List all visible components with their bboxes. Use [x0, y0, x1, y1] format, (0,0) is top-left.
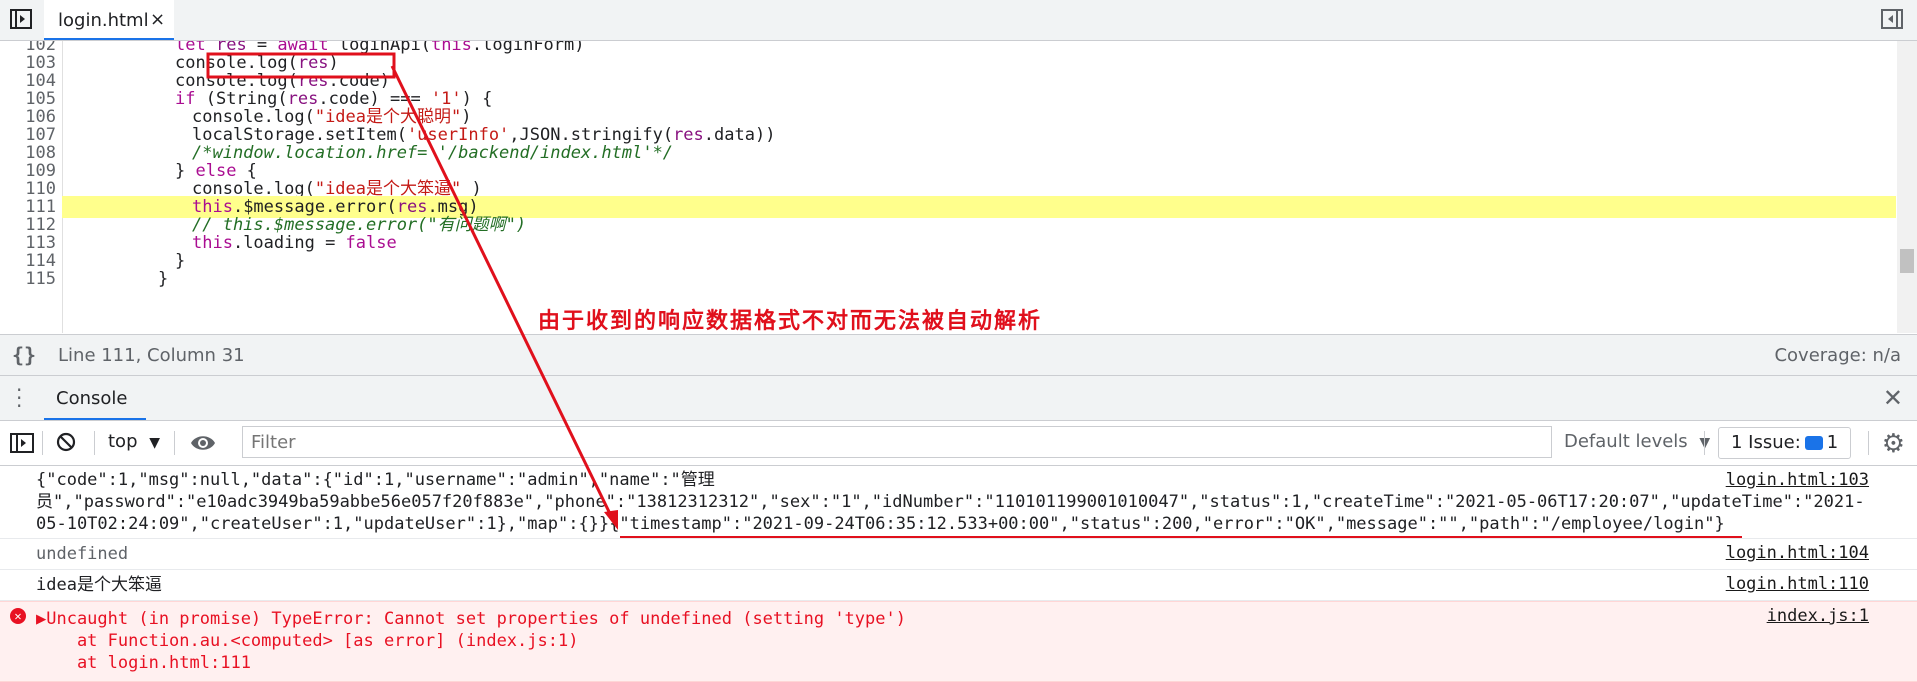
message-source-link[interactable]: login.html:104: [1726, 543, 1869, 563]
message-text-line: idea是个大笨逼: [36, 575, 162, 595]
editor-status-bar: {} Line 111, Column 31 Coverage: n/a: [0, 334, 1917, 376]
console-toolbar: top ▼ Default levels ▼ 1 Issue: 1 ⚙: [0, 421, 1917, 466]
message-source-link[interactable]: index.js:1: [1767, 606, 1869, 626]
message-source-link[interactable]: login.html:103: [1726, 470, 1869, 490]
annotation-text: 由于收到的响应数据格式不对而无法被自动解析: [538, 308, 1043, 334]
live-expression-eye-icon[interactable]: [190, 433, 216, 453]
console-message: {"code":1,"msg":null,"data":{"id":1,"use…: [0, 466, 1917, 539]
console-tab-label: Console: [56, 388, 128, 409]
toggle-navigator-icon[interactable]: [10, 9, 32, 29]
close-drawer-icon[interactable]: ✕: [1883, 384, 1903, 412]
toggle-debugger-icon[interactable]: [1881, 9, 1903, 29]
context-value: top: [108, 431, 138, 452]
message-text-line: undefined: [36, 544, 129, 564]
code-text: }: [158, 269, 169, 289]
log-levels-dropdown[interactable]: Default levels ▼: [1564, 431, 1710, 452]
console-message: undefined login.html:104: [0, 539, 1917, 570]
message-source-link[interactable]: login.html:110: [1726, 574, 1869, 594]
issues-label: 1 Issue:: [1731, 432, 1801, 453]
editor-scrollbar[interactable]: [1897, 41, 1917, 333]
editor-tab-bar: login.html ×: [0, 0, 1917, 41]
clear-console-icon[interactable]: [56, 432, 76, 452]
more-tools-icon[interactable]: · · ·: [16, 380, 22, 416]
cursor-position: Line 111, Column 31: [58, 345, 245, 366]
message-text-line: 05-10T02:24:09","createUser":1,"updateUs…: [36, 514, 1725, 534]
file-tab-label: login.html: [58, 10, 149, 31]
error-stack-line: at login.html:111: [36, 653, 251, 673]
drawer-tab-bar: · · · Console ✕: [0, 376, 1917, 421]
filter-input[interactable]: [242, 426, 1552, 458]
tab-console[interactable]: Console: [44, 376, 146, 420]
chevron-down-icon: ▼: [149, 435, 161, 451]
error-text-line: ▶Uncaught (in promise) TypeError: Cannot…: [36, 609, 906, 629]
console-error-message[interactable]: ✕ ▶Uncaught (in promise) TypeError: Cann…: [0, 601, 1917, 682]
log-levels-label: Default levels: [1564, 431, 1688, 452]
issues-button[interactable]: 1 Issue: 1: [1718, 427, 1852, 459]
line-number: 115: [25, 269, 56, 289]
error-stack-line: at Function.au.<computed> [as error] (in…: [36, 631, 579, 651]
console-settings-gear-icon[interactable]: ⚙: [1882, 429, 1905, 459]
coverage-status: Coverage: n/a: [1774, 345, 1901, 366]
error-icon: ✕: [10, 608, 26, 624]
pretty-print-icon[interactable]: {}: [12, 343, 36, 367]
code-editor[interactable]: 102 let res = await loginApi(this.loginF…: [0, 41, 1917, 333]
context-selector[interactable]: top ▼: [108, 431, 160, 452]
close-tab-icon[interactable]: ×: [150, 9, 165, 30]
console-message: idea是个大笨逼 login.html:110: [0, 570, 1917, 601]
scroll-thumb[interactable]: [1900, 249, 1914, 273]
issue-message-icon: [1804, 436, 1823, 450]
message-text-line: {"code":1,"msg":null,"data":{"id":1,"use…: [36, 470, 715, 490]
issues-count: 1: [1826, 432, 1839, 453]
message-text-line: 员","password":"e10adc3949ba59abbe56e057f…: [36, 492, 1865, 512]
show-console-sidebar-icon[interactable]: [10, 433, 34, 453]
code-line: 115 }: [0, 268, 1896, 290]
file-tab-login[interactable]: login.html ×: [44, 0, 174, 40]
